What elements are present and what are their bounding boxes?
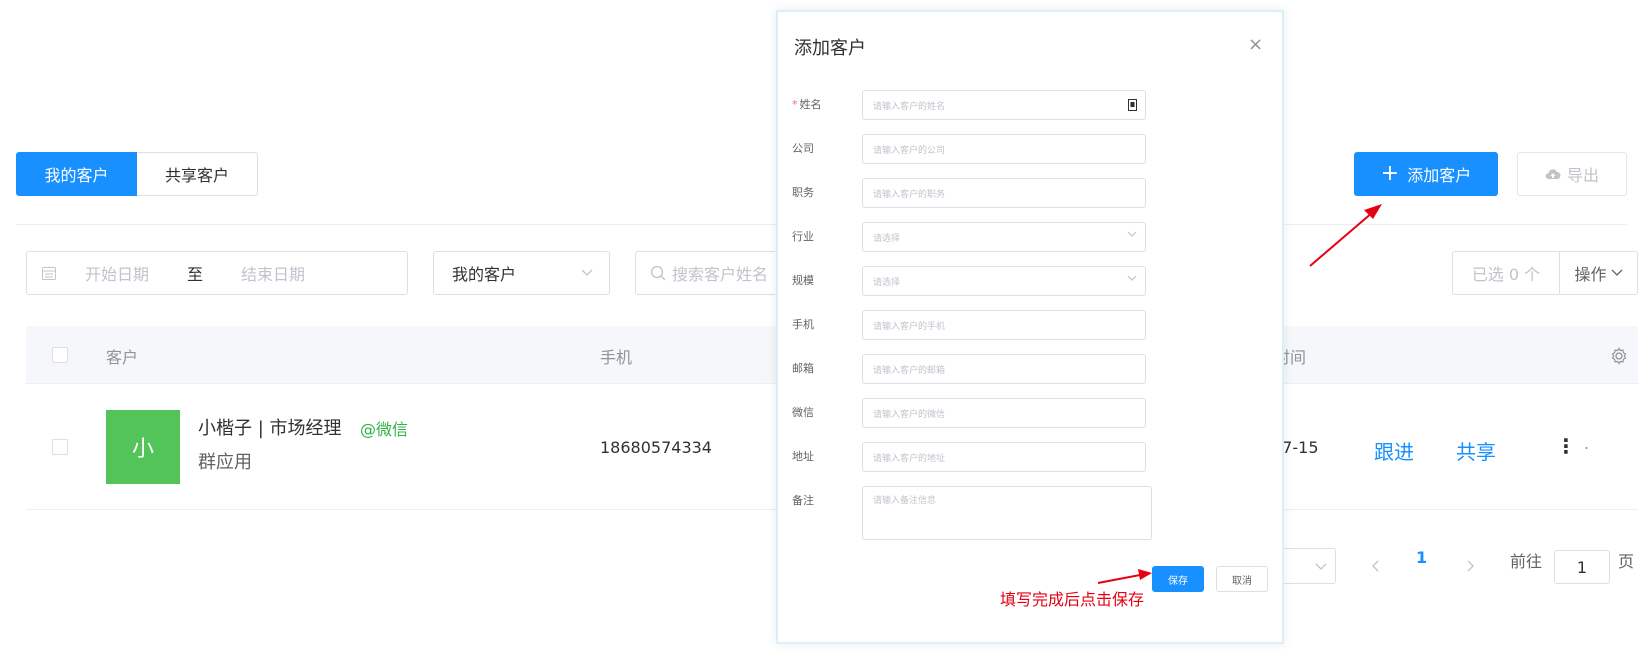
remark-textarea[interactable]: 请输入备注信息 (862, 486, 1152, 540)
save-button[interactable]: 保存 (1152, 566, 1204, 592)
field-name: * 姓名 请输入客户的姓名 (792, 90, 1272, 120)
field-scale: 规模 请选择 (792, 266, 1272, 296)
customer-scope-value: 我的客户 (452, 265, 517, 284)
field-address: 地址 请输入客户的地址 (792, 442, 1272, 472)
field-title: 职务 请输入客户的职务 (792, 178, 1272, 208)
field-label: 备注 (792, 494, 814, 507)
field-label: 行业 (792, 230, 814, 243)
company-input[interactable]: 请输入客户的公司 (862, 134, 1146, 164)
address-input[interactable]: 请输入客户的地址 (862, 442, 1146, 472)
customer-tabs: 我的客户 共享客户 (16, 152, 258, 196)
tab-shared-customers[interactable]: 共享客户 (137, 152, 258, 196)
contact-card-icon (1128, 99, 1137, 111)
cloud-upload-icon (1545, 169, 1561, 180)
mobile-input[interactable]: 请输入客户的手机 (862, 310, 1146, 340)
field-label: 职务 (792, 186, 814, 199)
field-industry: 行业 请选择 (792, 222, 1272, 252)
field-label: 地址 (792, 450, 814, 463)
avatar: 小 (106, 410, 180, 484)
operations-dropdown[interactable]: 操作 (1560, 251, 1638, 295)
annotation-note: 填写完成后点击保存 (1000, 590, 1145, 609)
field-label: 规模 (792, 274, 814, 287)
goto-page-input[interactable]: 1 (1554, 550, 1610, 584)
source-badge: @微信 (360, 420, 409, 439)
range-separator: 至 (187, 265, 204, 284)
field-placeholder: 请输入客户的职务 (873, 189, 946, 200)
cancel-button[interactable]: 取消 (1216, 566, 1268, 592)
arrow-to-add-button (1309, 204, 1382, 267)
field-placeholder: 请输入备注信息 (873, 496, 937, 506)
chevron-down-icon (1127, 231, 1137, 237)
field-label: 公司 (792, 142, 814, 155)
export-button[interactable]: 导出 (1517, 152, 1627, 196)
field-label: 邮箱 (792, 362, 814, 375)
field-placeholder: 请选择 (873, 277, 901, 288)
chevron-down-icon (581, 269, 593, 276)
dialog-title: 添加客户 (794, 38, 866, 59)
field-remark: 备注 请输入备注信息 (792, 486, 1272, 542)
chevron-down-icon (1127, 275, 1137, 281)
close-icon[interactable]: × (1248, 34, 1263, 55)
field-placeholder: 请输入客户的手机 (873, 321, 946, 332)
field-email: 邮箱 请输入客户的邮箱 (792, 354, 1272, 384)
export-label: 导出 (1566, 166, 1599, 185)
goto-label: 前往 (1510, 552, 1543, 571)
required-mark: * (792, 98, 798, 111)
tab-my-customers[interactable]: 我的客户 (16, 152, 137, 196)
row-checkbox[interactable] (52, 439, 68, 455)
trailing-mark: . (1584, 434, 1590, 453)
gear-icon[interactable] (1610, 347, 1628, 365)
email-input[interactable]: 请输入客户的邮箱 (862, 354, 1146, 384)
share-link[interactable]: 共享 (1456, 436, 1496, 465)
operations-label: 操作 (1574, 265, 1607, 284)
name-input[interactable]: 请输入客户的姓名 (862, 90, 1146, 120)
customer-name[interactable]: 小楷子 | 市场经理 (198, 414, 342, 440)
more-icon[interactable]: ⋮ (1556, 434, 1576, 458)
industry-select[interactable]: 请选择 (862, 222, 1146, 252)
field-placeholder: 请输入客户的公司 (873, 145, 946, 156)
goto-suffix: 页 (1618, 552, 1635, 571)
field-wechat: 微信 请输入客户的微信 (792, 398, 1272, 428)
add-customer-button[interactable]: + 添加客户 (1354, 152, 1498, 196)
search-placeholder: 搜索客户姓名 (672, 265, 769, 284)
calendar-icon (42, 267, 56, 280)
field-label: 手机 (792, 318, 814, 331)
search-input[interactable]: 搜索客户姓名 (635, 251, 775, 295)
field-company: 公司 请输入客户的公司 (792, 134, 1272, 164)
plus-icon: + (1380, 161, 1400, 186)
date-range-picker[interactable]: 开始日期 至 结束日期 (26, 251, 408, 295)
field-placeholder: 请输入客户的地址 (873, 453, 946, 464)
chevron-down-icon (1315, 563, 1327, 570)
add-customer-label: 添加客户 (1407, 166, 1472, 185)
follow-up-link[interactable]: 跟进 (1374, 436, 1414, 465)
field-placeholder: 请选择 (873, 233, 901, 244)
field-label: 姓名 (799, 98, 822, 111)
title-input[interactable]: 请输入客户的职务 (862, 178, 1146, 208)
search-icon (650, 265, 666, 281)
customer-group: 群应用 (198, 452, 252, 473)
current-page[interactable]: 1 (1416, 548, 1427, 567)
field-placeholder: 请输入客户的姓名 (873, 101, 946, 112)
wechat-input[interactable]: 请输入客户的微信 (862, 398, 1146, 428)
header-customer: 客户 (106, 348, 139, 367)
add-customer-dialog: 添加客户 × * 姓名 请输入客户的姓名 公司 请输入客户的公司 职务 请输入客户… (776, 10, 1284, 644)
end-date-input[interactable]: 结束日期 (241, 261, 305, 285)
header-phone: 手机 (600, 348, 633, 367)
selected-count: 已选 0 个 (1452, 251, 1560, 295)
field-placeholder: 请输入客户的邮箱 (873, 365, 946, 376)
prev-page-icon[interactable] (1372, 560, 1380, 572)
field-placeholder: 请输入客户的微信 (873, 409, 946, 420)
scale-select[interactable]: 请选择 (862, 266, 1146, 296)
start-date-input[interactable]: 开始日期 (85, 261, 149, 285)
select-all-checkbox[interactable] (52, 347, 68, 363)
next-page-icon[interactable] (1466, 560, 1474, 572)
chevron-down-icon (1611, 269, 1622, 276)
customer-scope-select[interactable]: 我的客户 (433, 251, 610, 295)
field-label: 微信 (792, 406, 814, 419)
field-mobile: 手机 请输入客户的手机 (792, 310, 1272, 340)
customer-phone: 18680574334 (600, 438, 712, 457)
